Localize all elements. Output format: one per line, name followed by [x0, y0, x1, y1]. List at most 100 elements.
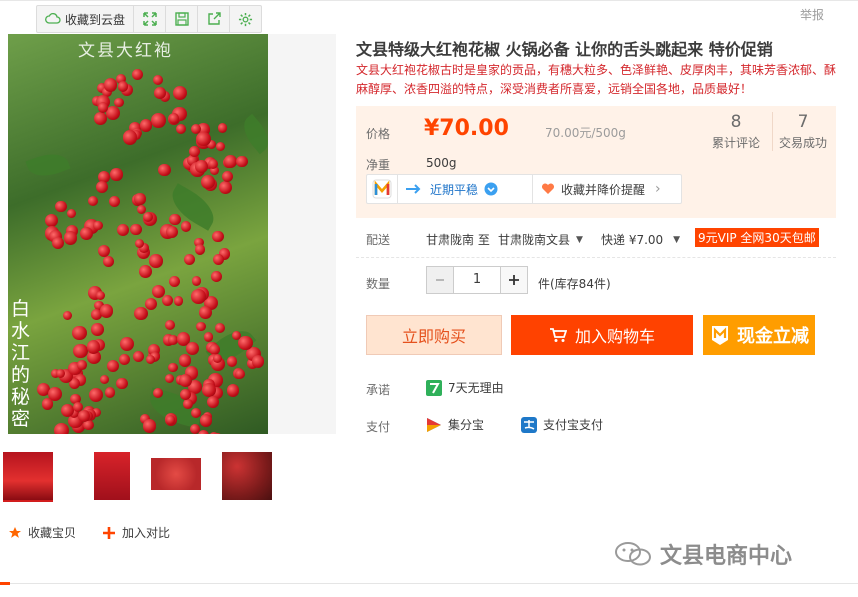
wechat-icon	[615, 542, 651, 566]
thumbnail-4[interactable]	[222, 452, 272, 500]
peppercorn	[152, 74, 163, 86]
price-trend-dropdown[interactable]: 近期平稳	[398, 175, 533, 203]
peppercorn	[133, 350, 145, 362]
thumbnail-3[interactable]	[151, 458, 201, 490]
peppercorn	[143, 419, 157, 433]
peppercorn	[106, 105, 120, 120]
peppercorn	[234, 368, 246, 380]
peppercorn	[226, 355, 238, 367]
quantity-input[interactable]: 1	[454, 266, 500, 294]
plus-icon	[103, 526, 115, 539]
shipping-from-text: 甘肃陇南 至	[426, 233, 490, 247]
peppercorn	[213, 254, 225, 266]
seven-day-icon	[426, 379, 442, 396]
share-icon	[207, 12, 221, 25]
fullscreen-button[interactable]	[134, 6, 167, 32]
peppercorn	[207, 395, 220, 408]
report-link[interactable]: 举报	[800, 6, 824, 23]
peppercorn	[218, 180, 233, 194]
add-to-cart-button[interactable]: 加入购物车	[511, 315, 693, 355]
peppercorn	[143, 211, 154, 222]
save-to-cloud-button[interactable]: 收藏到云盘	[37, 6, 135, 32]
weight-value: 500g	[426, 156, 457, 170]
increase-button[interactable]	[500, 266, 528, 294]
peppercorn	[191, 289, 206, 304]
decrease-button[interactable]	[426, 266, 454, 294]
cash-discount-label: 现金立减	[737, 326, 809, 347]
peppercorn	[217, 123, 228, 133]
product-subtitle: 文县大红袍花椒古时是皇家的贡品，有穗大粒多、色泽鲜艳、皮厚肉丰，其味芳香浓郁、酥…	[356, 63, 837, 96]
peppercorn	[166, 225, 179, 239]
heart-icon	[541, 183, 555, 194]
star-icon	[9, 526, 21, 538]
thumbnail-1[interactable]	[3, 452, 53, 502]
peppercorn	[139, 119, 152, 132]
thumbnail-2[interactable]	[94, 452, 130, 500]
leaf-shape	[25, 147, 71, 183]
bottom-divider	[0, 583, 858, 584]
image-top-caption: 文县大红袍	[78, 41, 173, 61]
favorite-item-button[interactable]: 收藏宝贝	[8, 524, 76, 541]
share-button[interactable]	[198, 6, 231, 32]
peppercorn	[199, 414, 213, 428]
peppercorn	[87, 195, 98, 207]
settings-button[interactable]	[230, 6, 261, 32]
price-trend-widget: 近期平稳 收藏并降价提醒 ›	[366, 174, 682, 204]
seven-day-return[interactable]: 7天无理由	[426, 379, 504, 396]
payment-alipay[interactable]: 支付宝支付	[521, 416, 603, 433]
payment-jifenbao[interactable]: 集分宝	[426, 416, 484, 433]
peppercorn	[52, 237, 65, 250]
save-image-button[interactable]	[166, 6, 199, 32]
peppercorn	[73, 343, 88, 359]
shipping-destination-dropdown[interactable]: 甘肃陇南文县 ▼	[498, 231, 583, 248]
floppy-icon	[174, 12, 189, 26]
peppercorn	[44, 214, 58, 228]
peppercorn	[174, 296, 184, 306]
peppercorn	[196, 131, 211, 147]
jifenbao-icon	[427, 417, 441, 432]
peppercorn	[176, 123, 187, 135]
deal-count: 7 交易成功	[772, 112, 833, 151]
vip-free-shipping-badge[interactable]: 9元VIP 全网30天包邮	[695, 228, 819, 247]
add-compare-label: 加入对比	[122, 526, 171, 540]
promise-label: 承诺	[366, 383, 391, 397]
main-product-image[interactable]	[8, 34, 268, 434]
peppercorn	[164, 374, 174, 384]
quantity-stepper: 1	[426, 266, 528, 294]
peppercorn	[178, 374, 192, 388]
chevron-down-icon	[484, 182, 498, 196]
peppercorn	[238, 336, 253, 351]
plus-icon	[509, 275, 519, 285]
peppercorn	[154, 87, 166, 99]
review-count[interactable]: 8 累计评论	[706, 112, 766, 151]
peppercorn	[168, 275, 180, 287]
peppercorn	[194, 244, 206, 255]
peppercorn	[117, 224, 130, 236]
stock-text: 件(库存84件)	[538, 277, 611, 291]
peppercorn	[189, 424, 200, 434]
peppercorn	[119, 336, 134, 351]
peppercorn	[67, 209, 77, 219]
gear-icon	[238, 12, 253, 26]
peppercorn	[186, 341, 199, 355]
peppercorn	[164, 320, 175, 331]
peppercorn	[169, 213, 182, 226]
buy-now-button[interactable]: 立即购买	[366, 315, 502, 355]
shipping-from: 甘肃陇南 至	[426, 231, 490, 248]
current-price: ¥70.00	[424, 116, 509, 141]
add-compare-button[interactable]: 加入对比	[102, 524, 170, 541]
peppercorn	[109, 195, 121, 207]
shipping-method-dropdown[interactable]: 快递 ¥7.00 ▼	[601, 231, 680, 248]
unit-price: 70.00元/500g	[545, 126, 626, 140]
peppercorn	[199, 306, 212, 320]
collect-price-alert-button[interactable]: 收藏并降价提醒 ›	[533, 175, 669, 203]
cash-discount-button[interactable]: 现金立减	[703, 315, 815, 355]
peppercorn	[180, 221, 192, 232]
deal-count-label: 交易成功	[778, 136, 827, 150]
peppercorn	[63, 231, 78, 245]
peppercorn	[91, 323, 104, 336]
peppercorn	[53, 423, 69, 434]
peppercorn	[191, 276, 202, 287]
peppercorn	[122, 130, 137, 145]
peppercorn	[173, 86, 188, 101]
